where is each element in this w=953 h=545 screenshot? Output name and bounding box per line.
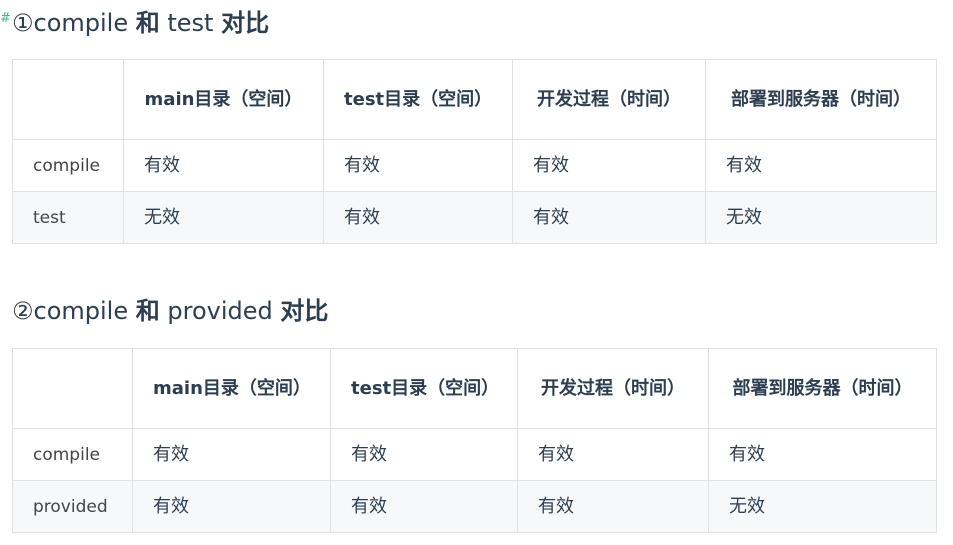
header-cell-test-dir: test目录（空间）	[330, 348, 518, 429]
table-cell: 有效	[512, 139, 706, 192]
table-cell: 有效	[708, 428, 937, 481]
table-cell: 有效	[330, 480, 518, 533]
compile-vs-provided-table: main目录（空间） test目录（空间） 开发过程（时间） 部署到服务器（时间…	[12, 348, 937, 533]
table-cell: 有效	[132, 428, 331, 481]
table-cell: 无效	[705, 191, 937, 244]
table-cell: 无效	[708, 480, 937, 533]
title-prefix: ①compile	[12, 9, 136, 37]
header-cell-main-dir: main目录（空间）	[132, 348, 331, 429]
header-cell-deploy-server: 部署到服务器（时间）	[705, 59, 937, 140]
header-cell-dev-process: 开发过程（时间）	[517, 348, 709, 429]
title-and: 和	[135, 297, 160, 325]
title-mid: test	[159, 9, 222, 37]
row-label: provided	[12, 480, 133, 533]
header-cell-test-dir: test目录（空间）	[323, 59, 513, 140]
header-cell-deploy-server: 部署到服务器（时间）	[708, 348, 937, 429]
header-cell-dev-process: 开发过程（时间）	[512, 59, 706, 140]
title-and: 和	[135, 9, 160, 37]
table-row: provided 有效 有效 有效 无效	[12, 480, 937, 533]
header-cell-empty	[12, 348, 133, 429]
title-suffix: 对比	[280, 297, 329, 325]
table-cell: 有效	[330, 428, 518, 481]
heading-anchor-link[interactable]: #	[0, 12, 11, 25]
table-cell: 有效	[123, 139, 324, 192]
title-prefix: ②compile	[12, 297, 136, 325]
table-cell: 有效	[132, 480, 331, 533]
header-cell-main-dir: main目录（空间）	[123, 59, 324, 140]
table-cell: 有效	[517, 428, 709, 481]
section-title-compile-vs-test: ①compile 和 test 对比	[12, 8, 269, 38]
row-label: compile	[12, 139, 124, 192]
table-cell: 有效	[323, 191, 513, 244]
title-suffix: 对比	[221, 9, 270, 37]
table-header-row: main目录（空间） test目录（空间） 开发过程（时间） 部署到服务器（时间…	[12, 348, 937, 429]
table-row: compile 有效 有效 有效 有效	[12, 139, 937, 192]
header-cell-empty	[12, 59, 124, 140]
table-cell: 有效	[705, 139, 937, 192]
table-cell: 有效	[517, 480, 709, 533]
title-mid: provided	[159, 297, 281, 325]
row-label: test	[12, 191, 124, 244]
table-cell: 有效	[512, 191, 706, 244]
table-header-row: main目录（空间） test目录（空间） 开发过程（时间） 部署到服务器（时间…	[12, 59, 937, 140]
compile-vs-test-table: main目录（空间） test目录（空间） 开发过程（时间） 部署到服务器（时间…	[12, 59, 937, 244]
row-label: compile	[12, 428, 133, 481]
table-cell: 无效	[123, 191, 324, 244]
table-cell: 有效	[323, 139, 513, 192]
section-title-compile-vs-provided: ②compile 和 provided 对比	[12, 296, 328, 326]
table-row: test 无效 有效 有效 无效	[12, 191, 937, 244]
table-row: compile 有效 有效 有效 有效	[12, 428, 937, 481]
